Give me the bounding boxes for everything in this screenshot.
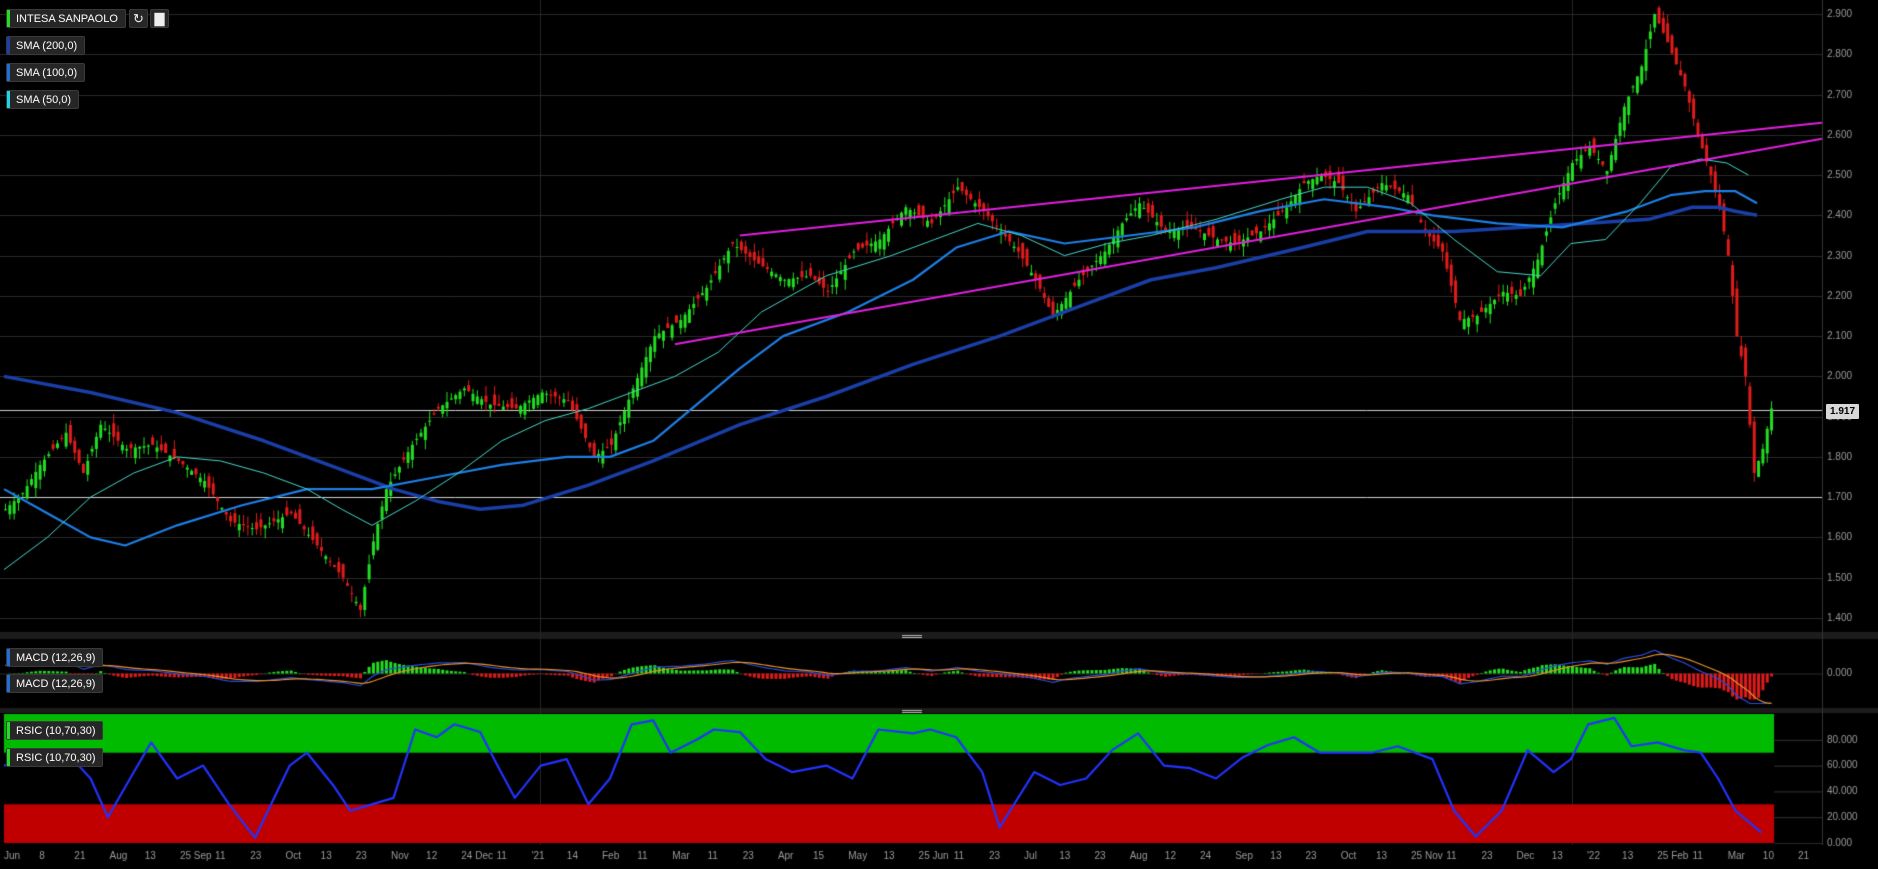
- instrument-legend[interactable]: INTESA SANPAOLO: [6, 9, 126, 28]
- sma100-legend[interactable]: SMA (100,0): [6, 63, 86, 82]
- last-price-label: 1.917: [1826, 404, 1860, 419]
- price-chart-canvas[interactable]: [0, 0, 1878, 869]
- bar-chart-settings-icon[interactable]: ▇: [150, 9, 169, 28]
- rsi-legend-secondary[interactable]: RSIC (10,70,30): [6, 748, 104, 767]
- macd-legend[interactable]: MACD (12,26,9): [6, 648, 104, 667]
- refresh-icon[interactable]: ↻: [129, 9, 148, 28]
- sma200-legend[interactable]: SMA (200,0): [6, 36, 86, 55]
- rsi-legend[interactable]: RSIC (10,70,30): [6, 721, 104, 740]
- sma50-legend[interactable]: SMA (50,0): [6, 90, 80, 109]
- macd-legend-secondary[interactable]: MACD (12,26,9): [6, 674, 104, 693]
